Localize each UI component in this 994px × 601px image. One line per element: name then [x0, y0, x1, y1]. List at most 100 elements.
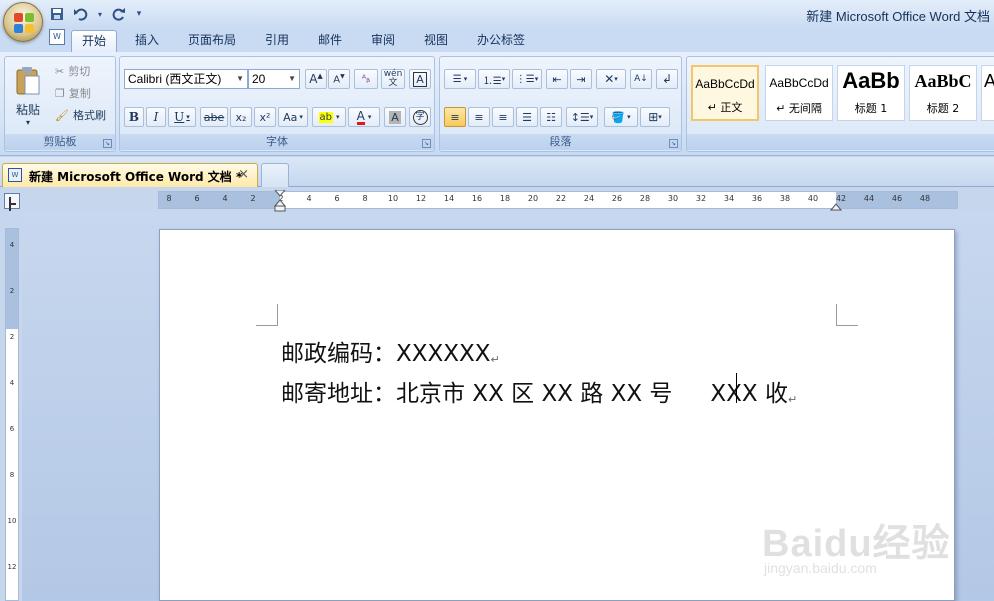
- subscript-button[interactable]: x₂: [230, 107, 252, 127]
- horizontal-ruler[interactable]: 8 6 4 2 2 4 6 8 10 12 14 16 18 20 22 24 26 28 30 32 34 36 38 40…: [158, 190, 958, 212]
- chinese-layout-icon: ✕: [604, 72, 615, 86]
- tab-references[interactable]: 引用: [258, 30, 296, 52]
- watermark-logo-text: Baidu经验: [762, 523, 951, 565]
- customize-qat-icon[interactable]: ▾: [134, 5, 144, 23]
- ruler-number: 28: [639, 194, 651, 203]
- watermark-url-text: jingyan.baidu.com: [764, 560, 877, 576]
- shading-button[interactable]: 🪣 ▾: [604, 107, 638, 127]
- right-indent-marker-icon[interactable]: [830, 200, 842, 212]
- phonetic-guide-button[interactable]: wén 文: [381, 69, 405, 89]
- distributed-button[interactable]: ☷: [540, 107, 562, 127]
- highlight-button[interactable]: ab ▾: [312, 107, 346, 127]
- postal-code-line[interactable]: 邮政编码：XXXXXX↵: [281, 334, 500, 368]
- show-formatting-marks-button[interactable]: ↲: [656, 69, 678, 89]
- clear-format-button[interactable]: ᴬᵦ: [354, 69, 378, 89]
- chinese-layout-button[interactable]: ✕ ▾: [596, 69, 626, 89]
- tab-selector-icon[interactable]: [4, 193, 20, 209]
- superscript-button[interactable]: x²: [254, 107, 276, 127]
- paste-button[interactable]: 粘贴 ▾: [11, 61, 45, 131]
- document-tab-label: 新建 Microsoft Office Word 文档 *: [29, 170, 243, 184]
- paragraph-launcher-icon[interactable]: ↘: [669, 139, 678, 148]
- cut-label: 剪切: [68, 65, 91, 78]
- ruler-number: 2: [9, 287, 15, 295]
- close-icon[interactable]: ×: [238, 167, 249, 182]
- line-spacing-button[interactable]: ↕☰ ▾: [566, 107, 598, 127]
- style-heading-2[interactable]: AaBbC 标题 2: [909, 65, 977, 121]
- format-painter-button[interactable]: 🖌 格式刷: [55, 107, 106, 123]
- tab-view[interactable]: 视图: [417, 30, 455, 52]
- copy-label: 复制: [68, 87, 91, 100]
- redo-icon[interactable]: [110, 5, 128, 23]
- undo-dropdown-icon[interactable]: ▾: [96, 5, 104, 23]
- copy-icon: ❐: [55, 86, 65, 100]
- word-doc-icon: W: [8, 168, 22, 182]
- highlighter-icon: ab: [318, 111, 333, 123]
- multilevel-list-button[interactable]: ⋮☰ ▾: [512, 69, 542, 89]
- style-normal[interactable]: AaBbCcDd ↵ 正文: [691, 65, 759, 121]
- shrink-font-button[interactable]: A▼: [328, 69, 350, 89]
- sort-button[interactable]: A↓: [630, 69, 652, 89]
- new-tab-button[interactable]: [261, 163, 289, 187]
- character-border-button[interactable]: A: [409, 69, 431, 89]
- font-launcher-icon[interactable]: ↘: [422, 139, 431, 148]
- save-icon[interactable]: [48, 5, 66, 23]
- paragraph-group-label: 段落: [440, 134, 681, 150]
- underline-button[interactable]: U ▾: [168, 107, 196, 127]
- character-shading-icon: A: [389, 110, 401, 124]
- bullets-button[interactable]: ☰ ▾: [444, 69, 476, 89]
- align-left-button[interactable]: ≡: [444, 107, 466, 127]
- font-name-combo[interactable]: Calibri (西文正文) ▼: [124, 69, 248, 89]
- strikethrough-button[interactable]: abe: [200, 107, 228, 127]
- justify-button[interactable]: ☰: [516, 107, 538, 127]
- decrease-indent-button[interactable]: ⇤: [546, 69, 568, 89]
- grow-font-button[interactable]: A▲: [305, 69, 327, 89]
- postal-code-text: 邮政编码：XXXXXX: [281, 341, 491, 367]
- scissors-icon: ✂: [55, 64, 65, 78]
- document-tab[interactable]: W 新建 Microsoft Office Word 文档 * ×: [2, 163, 258, 187]
- numbering-button[interactable]: ⒈☰ ▾: [478, 69, 510, 89]
- character-shading-button[interactable]: A: [384, 107, 406, 127]
- chevron-down-icon: ▾: [614, 75, 618, 83]
- italic-button[interactable]: I: [146, 107, 166, 127]
- recipient-text: XXX 收: [710, 381, 788, 407]
- paragraph-mark-icon: ↵: [490, 353, 500, 366]
- tab-home[interactable]: 开始: [71, 30, 117, 52]
- clipboard-launcher-icon[interactable]: ↘: [103, 139, 112, 148]
- bold-button[interactable]: B: [124, 107, 144, 127]
- tab-review[interactable]: 审阅: [364, 30, 402, 52]
- tab-page-layout[interactable]: 页面布局: [182, 30, 242, 52]
- align-right-button[interactable]: ≡: [492, 107, 514, 127]
- justify-icon: ☰: [522, 110, 532, 124]
- styles-group-label: [687, 134, 994, 150]
- chevron-down-icon: ▾: [534, 75, 539, 83]
- wen-icon: 文: [388, 78, 398, 88]
- clipboard-group: 粘贴 ▾ ✂ 剪切 ❐ 复制 🖌 格式刷 剪贴板 ↘: [4, 56, 116, 152]
- sort-icon: A↓: [634, 74, 648, 84]
- tab-office-tab[interactable]: 办公标签: [470, 30, 532, 52]
- undo-icon[interactable]: [72, 5, 90, 23]
- increase-indent-button[interactable]: ⇥: [570, 69, 592, 89]
- enclose-characters-button[interactable]: 字: [409, 107, 431, 127]
- tab-mailings[interactable]: 邮件: [311, 30, 349, 52]
- indent-marker-icon[interactable]: [274, 190, 286, 212]
- style-more-partial[interactable]: A: [981, 65, 994, 121]
- font-color-button[interactable]: A ▾: [348, 107, 380, 127]
- cut-button[interactable]: ✂ 剪切: [55, 63, 90, 79]
- change-case-button[interactable]: Aa ▾: [278, 107, 308, 127]
- align-center-button[interactable]: ≡: [468, 107, 490, 127]
- style-name: 标题 1: [854, 102, 888, 115]
- style-no-spacing[interactable]: AaBbCcDd ↵ 无间隔: [765, 65, 833, 121]
- copy-button[interactable]: ❐ 复制: [55, 85, 91, 101]
- chevron-down-icon: ▾: [658, 113, 662, 121]
- mailing-address-line[interactable]: 邮寄地址：北京市 XX 区 XX 路 XX 号 XXX 收↵: [281, 374, 797, 408]
- style-heading-1[interactable]: AaBb 标题 1: [837, 65, 905, 121]
- font-group-label: 字体: [120, 134, 434, 150]
- word-doc-icon[interactable]: W: [49, 29, 65, 45]
- borders-button[interactable]: ⊞ ▾: [640, 107, 670, 127]
- tab-insert[interactable]: 插入: [128, 30, 166, 52]
- paste-label: 粘贴: [15, 103, 40, 117]
- vertical-ruler[interactable]: 4 2 2 4 6 8 10 12: [5, 228, 19, 601]
- office-button[interactable]: [3, 2, 43, 42]
- ruler-number: 44: [863, 194, 875, 203]
- font-size-combo[interactable]: 20 ▼: [248, 69, 300, 89]
